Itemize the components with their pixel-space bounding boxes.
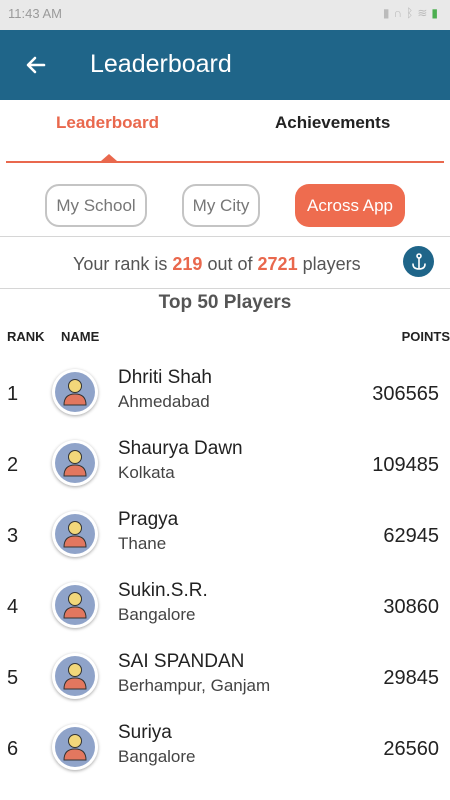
wifi-icon: ≋ [417,6,432,20]
app-bar: Leaderboard [0,30,450,100]
tab-underline [6,161,444,163]
user-avatar-icon [55,727,95,767]
avatar [52,582,98,628]
player-city: Thane [118,534,167,553]
player-rank: 5 [7,667,19,689]
avatar [52,653,98,699]
tab-leaderboard[interactable]: Leaderboard [56,113,159,133]
player-points: 62945 [383,525,439,547]
player-name: Sukin.S.R. [118,580,208,601]
rank-middle: out of [207,254,253,274]
filter-my-city-button[interactable]: My City [182,184,260,227]
player-name: SAI SPANDAN [118,651,245,672]
avatar [52,511,98,557]
active-tab-indicator [101,154,117,161]
table-row[interactable]: 3 Pragya Thane 62945 [0,501,450,572]
player-rank: 3 [7,525,19,547]
anchor-icon [411,252,426,270]
avatar [52,440,98,486]
table-row[interactable]: 4 Sukin.S.R. Bangalore 30860 [0,572,450,643]
user-avatar-icon [55,372,95,412]
status-bar: 11:43 AM ▮∩ᛒ≋▮ [0,0,450,30]
page-title: Leaderboard [90,50,232,78]
column-header-name: NAME [61,329,100,344]
table-row[interactable]: 6 Suriya Bangalore 26560 [0,714,450,785]
player-city: Berhampur, Ganjam [118,676,271,695]
player-points: 109485 [372,454,439,476]
status-icons: ▮∩ᛒ≋▮ [383,6,442,20]
player-city: Bangalore [118,747,196,766]
player-rank: 6 [7,738,19,760]
player-points: 30860 [383,596,439,618]
arrow-left-icon [26,56,46,74]
signal-icon: ▮ [382,6,394,20]
total-players: 2721 [257,254,298,274]
player-points: 26560 [383,738,439,760]
section-title: Top 50 Players [158,292,292,313]
rank-suffix: players [302,254,361,274]
tab-achievements[interactable]: Achievements [275,113,390,133]
back-button[interactable] [18,47,54,83]
player-name: Shaurya Dawn [118,438,243,459]
table-row[interactable]: 5 SAI SPANDAN Berhampur, Ganjam 29845 [0,643,450,714]
avatar [52,724,98,770]
avatar [52,369,98,415]
user-avatar-icon [55,514,95,554]
rank-summary: Your rank is 219 out of 2721 players [73,254,361,275]
user-avatar-icon [55,656,95,696]
player-name: Suriya [118,722,172,743]
rank-prefix: Your rank is [73,254,168,274]
user-avatar-icon [55,585,95,625]
player-city: Ahmedabad [118,392,210,411]
player-rank: 2 [7,454,19,476]
user-avatar-icon [55,443,95,483]
filter-my-school-button[interactable]: My School [45,184,147,227]
table-row[interactable]: 2 Shaurya Dawn Kolkata 109485 [0,430,450,501]
divider [0,236,450,237]
player-points: 29845 [383,667,439,689]
column-header-points: POINTS [401,329,450,344]
bluetooth-icon: ᛒ [406,6,418,20]
battery-icon: ▮ [431,6,442,20]
table-row[interactable]: 1 Dhriti Shah Ahmedabad 306565 [0,359,450,430]
player-city: Kolkata [118,463,175,482]
headphones-icon: ∩ [393,6,407,20]
info-button[interactable] [403,246,434,277]
status-time: 11:43 AM [8,6,62,21]
player-rank: 4 [7,596,19,618]
player-points: 306565 [372,383,439,405]
divider [0,288,450,289]
player-rank: 1 [7,383,19,405]
player-name: Pragya [118,509,179,530]
tab-bar: Leaderboard Achievements [0,100,450,164]
user-rank: 219 [172,254,203,274]
player-city: Bangalore [118,605,196,624]
column-header-rank: RANK [7,329,45,344]
player-name: Dhriti Shah [118,367,212,388]
filter-across-app-button[interactable]: Across App [295,184,405,227]
